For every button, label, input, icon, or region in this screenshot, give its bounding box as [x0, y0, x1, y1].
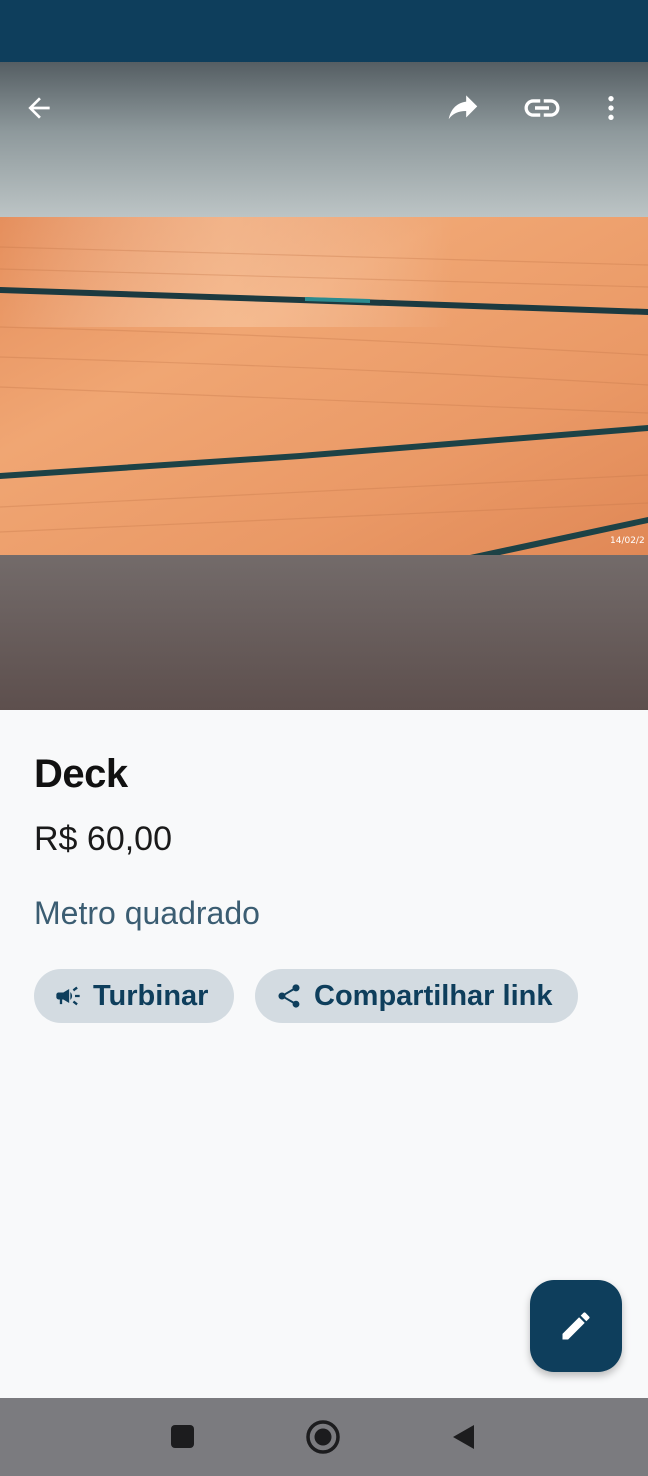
triangle-back-icon	[453, 1425, 474, 1449]
system-navigation-bar	[0, 1398, 648, 1476]
product-price: R$ 60,00	[34, 820, 172, 858]
link-icon	[524, 99, 560, 117]
share-link-label: Compartilhar link	[314, 979, 553, 1012]
home-button[interactable]	[298, 1412, 348, 1462]
back-button[interactable]	[11, 80, 67, 136]
square-icon	[171, 1425, 194, 1448]
wood-deck-photo: 14/02/2	[0, 217, 648, 555]
share-icon	[275, 982, 303, 1010]
share-button[interactable]	[435, 80, 491, 136]
system-back-button[interactable]	[438, 1412, 488, 1462]
product-image-viewer: 14/02/2	[0, 62, 648, 710]
copy-link-button[interactable]	[514, 80, 570, 136]
edit-product-button[interactable]	[530, 1280, 622, 1372]
photo-date-stamp: 14/02/2	[610, 536, 645, 546]
circle-icon	[306, 1420, 340, 1454]
share-link-button[interactable]: Compartilhar link	[255, 969, 578, 1023]
megaphone-icon	[54, 982, 82, 1010]
product-details: Deck R$ 60,00 Metro quadrado Turbinar Co…	[0, 710, 648, 1398]
arrow-left-icon	[28, 97, 50, 119]
status-bar	[0, 0, 648, 62]
recents-button[interactable]	[158, 1412, 208, 1462]
forward-share-icon	[448, 95, 478, 120]
boost-button[interactable]: Turbinar	[34, 969, 234, 1023]
edit-pencil-icon	[562, 1312, 590, 1340]
boost-label: Turbinar	[93, 979, 209, 1012]
image-letterbox-bottom	[0, 555, 648, 710]
more-vert-icon	[608, 96, 614, 120]
product-title: Deck	[34, 752, 128, 796]
product-unit: Metro quadrado	[34, 895, 260, 931]
more-options-button[interactable]	[583, 80, 639, 136]
